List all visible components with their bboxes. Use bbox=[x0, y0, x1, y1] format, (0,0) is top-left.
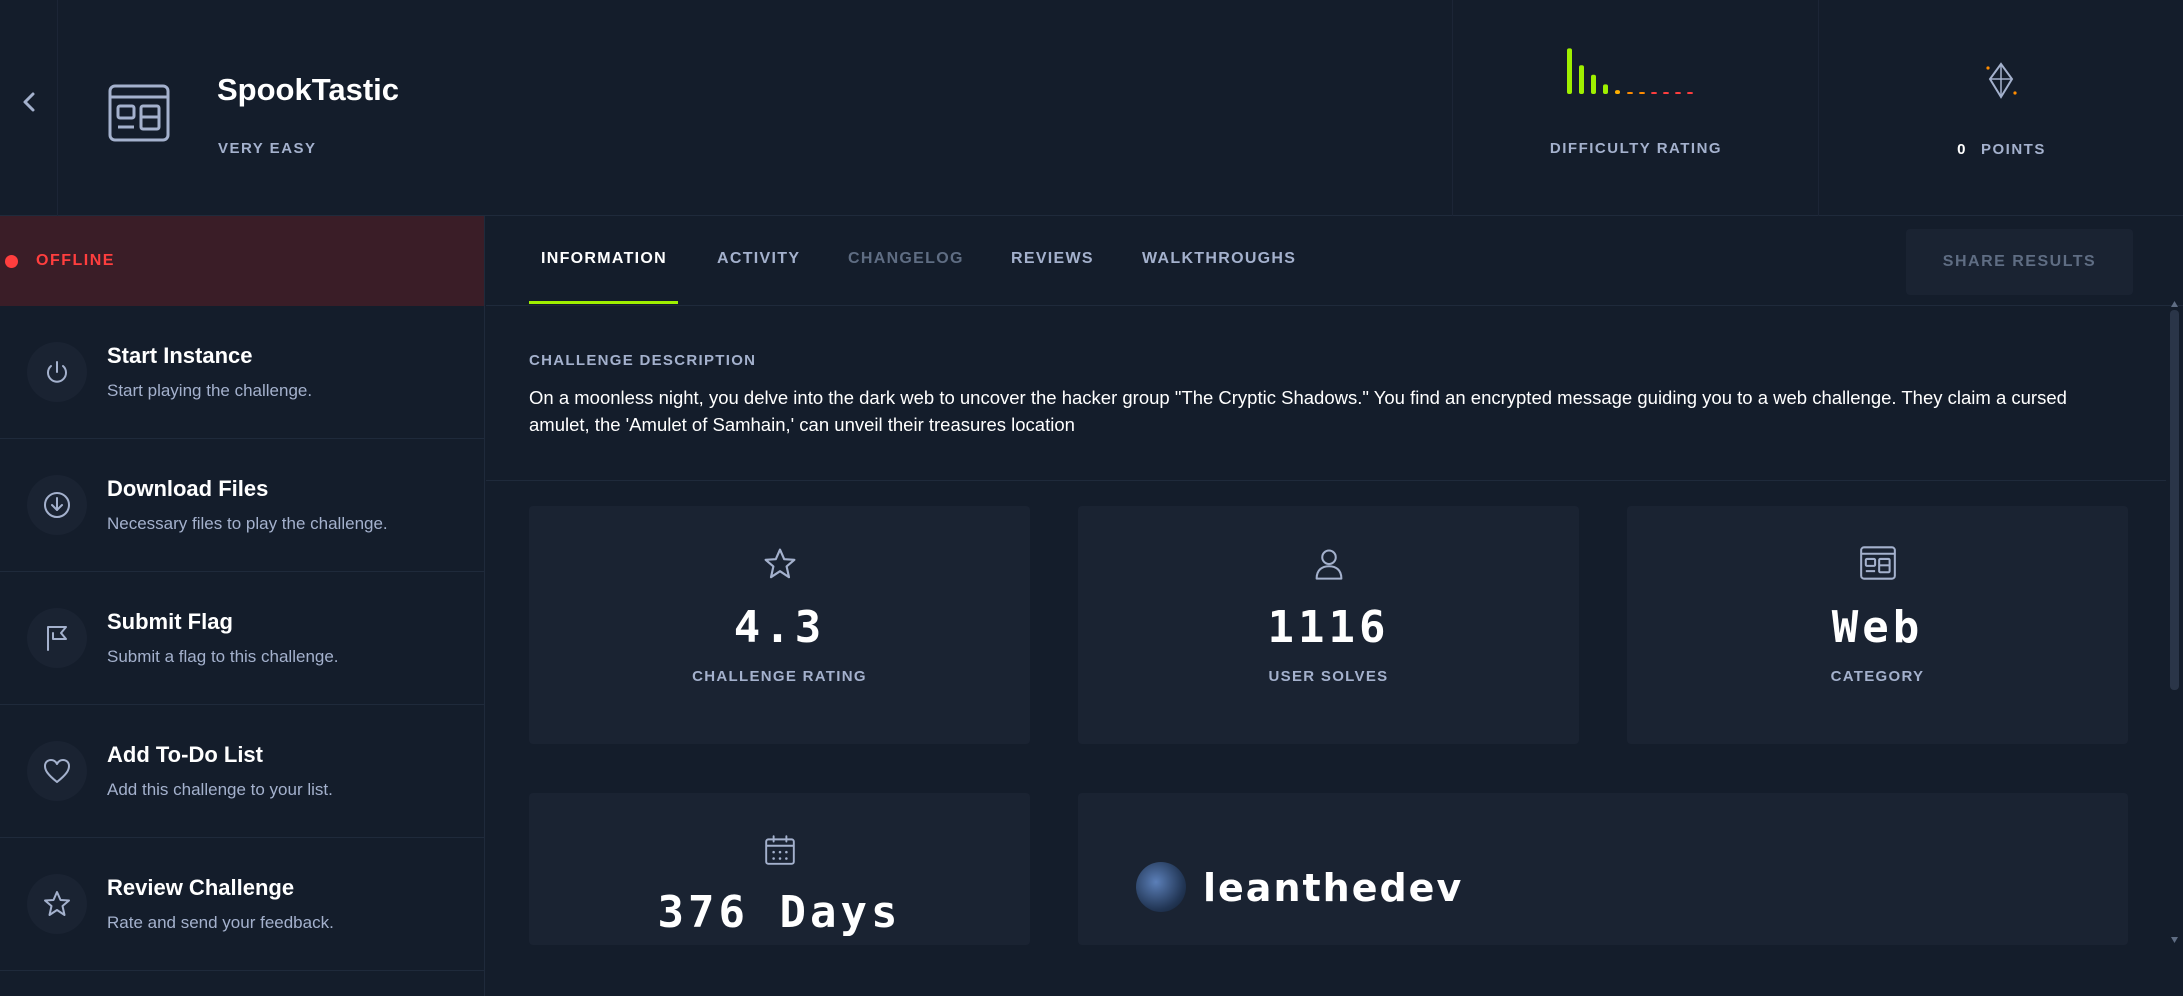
points-label: POINTS bbox=[1981, 141, 2046, 158]
browser-icon bbox=[1627, 546, 2128, 580]
difficulty-bar bbox=[1579, 65, 1584, 94]
review-challenge-button[interactable]: Review Challenge Rate and send your feed… bbox=[0, 838, 484, 971]
difficulty-bar bbox=[1627, 92, 1633, 94]
heart-icon bbox=[27, 741, 87, 801]
submit-flag-button[interactable]: Submit Flag Submit a flag to this challe… bbox=[0, 572, 484, 705]
tab-changelog[interactable]: CHANGELOG bbox=[848, 250, 964, 268]
tab-reviews[interactable]: REVIEWS bbox=[1011, 250, 1094, 268]
star-icon bbox=[27, 874, 87, 934]
release-age-card: 376 Days bbox=[529, 793, 1030, 945]
sidebar-item-title: Submit Flag bbox=[107, 609, 233, 634]
back-button[interactable] bbox=[0, 0, 58, 216]
difficulty-bar bbox=[1687, 92, 1693, 94]
sidebar-item-subtitle: Rate and send your feedback. bbox=[107, 913, 334, 932]
description-label: CHALLENGE DESCRIPTION bbox=[529, 352, 757, 369]
difficulty-rating-label: DIFFICULTY RATING bbox=[1549, 140, 1723, 157]
star-icon bbox=[529, 546, 1030, 582]
calendar-icon bbox=[529, 833, 1030, 867]
sidebar-item-subtitle: Add this challenge to your list. bbox=[107, 780, 333, 799]
sidebar-item-title: Start Instance bbox=[107, 343, 253, 368]
tab-activity[interactable]: ACTIVITY bbox=[717, 250, 800, 268]
difficulty-bar bbox=[1615, 90, 1620, 94]
start-instance-button[interactable]: Start Instance Start playing the challen… bbox=[0, 306, 484, 439]
instance-status: OFFLINE bbox=[0, 216, 484, 306]
stat-label: USER SOLVES bbox=[1268, 668, 1389, 685]
sidebar-item-title: Review Challenge bbox=[107, 875, 295, 900]
sidebar-item-subtitle: Necessary files to play the challenge. bbox=[107, 514, 388, 533]
download-icon bbox=[27, 475, 87, 535]
status-label: OFFLINE bbox=[36, 252, 115, 269]
difficulty-chart bbox=[1567, 48, 1693, 94]
stat-label: CATEGORY bbox=[1830, 668, 1925, 685]
difficulty-badge: VERY EASY bbox=[218, 140, 317, 157]
difficulty-bar bbox=[1651, 92, 1657, 94]
scroll-up-icon[interactable] bbox=[2170, 300, 2179, 308]
difficulty-bar bbox=[1639, 92, 1645, 94]
add-todo-button[interactable]: Add To-Do List Add this challenge to you… bbox=[0, 705, 484, 838]
challenge-header: SpookTastic VERY EASY DIFFICULTY RATING … bbox=[0, 0, 2183, 216]
active-tab-indicator bbox=[529, 301, 678, 304]
difficulty-bar bbox=[1663, 92, 1669, 94]
challenge-rating-card: 4.3 CHALLENGE RATING bbox=[529, 506, 1030, 744]
difficulty-bar bbox=[1603, 84, 1608, 94]
challenge-title: SpookTastic bbox=[217, 72, 400, 107]
sidebar-item-subtitle: Start playing the challenge. bbox=[107, 381, 313, 400]
tab-bar: INFORMATION ACTIVITY CHANGELOG REVIEWS W… bbox=[486, 216, 2183, 306]
difficulty-bar bbox=[1567, 48, 1572, 94]
avatar[interactable] bbox=[1136, 862, 1186, 912]
user-solves-card: 1116 USER SOLVES bbox=[1078, 506, 1579, 744]
share-results-button[interactable]: SHARE RESULTS bbox=[1906, 229, 2133, 295]
scroll-down-icon[interactable] bbox=[2170, 936, 2179, 944]
sidebar-item-title: Download Files bbox=[107, 476, 269, 501]
category-card: Web CATEGORY bbox=[1627, 506, 2128, 744]
user-icon bbox=[1078, 546, 1579, 582]
stat-value: Web bbox=[1831, 602, 1924, 653]
action-sidebar: OFFLINE Start Instance Start playing the… bbox=[0, 216, 485, 996]
diamond-icon bbox=[1986, 62, 2017, 99]
power-icon bbox=[27, 342, 87, 402]
scrollbar-thumb[interactable] bbox=[2170, 310, 2179, 690]
author-name[interactable]: leanthedev bbox=[1203, 866, 1463, 910]
stat-value: 1116 bbox=[1267, 602, 1390, 653]
difficulty-rating: DIFFICULTY RATING bbox=[1452, 0, 1818, 216]
tab-information[interactable]: INFORMATION bbox=[541, 250, 667, 268]
flag-icon bbox=[27, 608, 87, 668]
download-files-button[interactable]: Download Files Necessary files to play t… bbox=[0, 439, 484, 572]
description-text: On a moonless night, you delve into the … bbox=[529, 387, 2067, 435]
points-value: 0 bbox=[1957, 141, 1967, 158]
difficulty-bar bbox=[1675, 92, 1681, 94]
difficulty-bar bbox=[1591, 74, 1596, 94]
stat-value: 376 Days bbox=[657, 887, 902, 938]
tab-walkthroughs[interactable]: WALKTHROUGHS bbox=[1142, 250, 1296, 268]
points-block: 0 POINTS bbox=[1818, 0, 2183, 216]
sidebar-item-subtitle: Submit a flag to this challenge. bbox=[107, 647, 339, 666]
chevron-left-icon bbox=[23, 92, 34, 112]
web-category-icon bbox=[108, 84, 170, 142]
stat-value: 4.3 bbox=[733, 602, 826, 653]
sidebar-item-title: Add To-Do List bbox=[107, 742, 263, 767]
points-display: 0 POINTS bbox=[1819, 141, 2183, 158]
status-dot bbox=[5, 254, 18, 268]
stat-label: CHALLENGE RATING bbox=[692, 668, 867, 685]
